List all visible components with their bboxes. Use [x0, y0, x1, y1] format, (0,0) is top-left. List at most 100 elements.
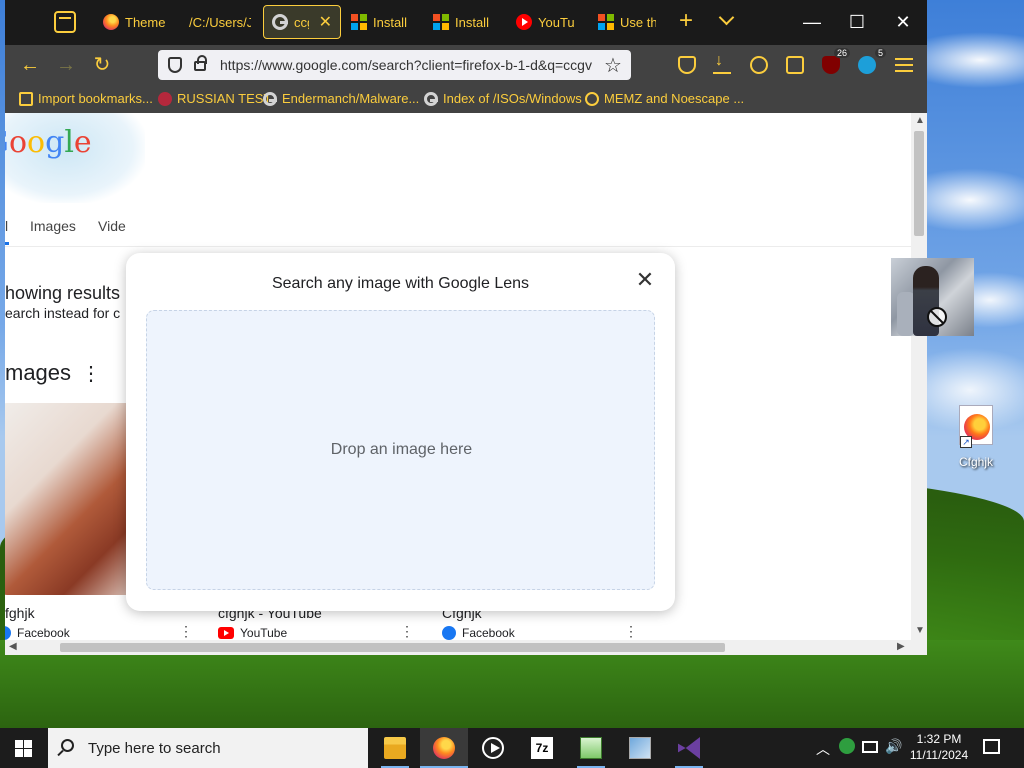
tab-google-search[interactable]: ccgv ✕ — [263, 5, 341, 39]
url-text[interactable]: https://www.google.com/search?client=fir… — [220, 57, 595, 73]
close-window-button[interactable]: ✕ — [891, 10, 915, 34]
windows-start-icon[interactable] — [15, 740, 32, 757]
tab-install-1[interactable]: Install — [343, 5, 421, 39]
system-clock[interactable]: 1:32 PM 11/11/2024 — [900, 731, 978, 763]
hamburger-menu-icon[interactable] — [895, 58, 913, 72]
microsoft-icon — [433, 14, 449, 30]
play-icon — [482, 737, 504, 759]
horizontal-scroll-thumb[interactable] — [60, 643, 725, 652]
google-lens-dialog: Search any image with Google Lens ✕ Drop… — [126, 253, 675, 611]
youtube-icon — [516, 14, 532, 30]
bookmark-label: Endermanch/Malware... — [282, 91, 420, 106]
back-button[interactable]: ← — [18, 53, 42, 77]
globe-icon — [585, 91, 599, 106]
extension-badge: 5 — [874, 48, 886, 58]
bookmark-import[interactable]: Import bookmarks... — [19, 91, 153, 106]
tab-images[interactable]: Images — [30, 218, 76, 234]
taskbar-control-panel[interactable] — [616, 728, 664, 768]
tab-all[interactable]: l — [5, 218, 8, 234]
tab-videos[interactable]: Vide — [98, 218, 126, 234]
tab-label: Install — [455, 14, 489, 30]
tab-label: YouTu — [538, 14, 574, 30]
notepad-icon — [580, 737, 602, 759]
folder-icon — [384, 737, 406, 759]
lock-icon[interactable] — [194, 55, 207, 71]
taskbar-file-explorer[interactable] — [371, 728, 419, 768]
desktop-icon-label: Cfghjk — [958, 455, 993, 469]
youtube-icon — [218, 627, 234, 639]
bookmark-russian-test[interactable]: RUSSIAN TEST — [158, 91, 271, 106]
result-source: Facebook — [442, 626, 646, 640]
notification-center-icon[interactable] — [983, 739, 1000, 754]
maximize-button[interactable]: ☐ — [845, 10, 869, 34]
scroll-right-icon[interactable]: ▶ — [897, 641, 905, 652]
bookmark-star-icon[interactable]: ☆ — [604, 53, 622, 78]
images-heading: mages ⋮ — [5, 360, 102, 385]
bookmark-endermanch[interactable]: Endermanch/Malware... — [263, 91, 419, 106]
google-results-page: Google l Images Vide howing results earc… — [5, 113, 911, 640]
scroll-down-icon[interactable]: ▼ — [915, 625, 925, 636]
tab-theme[interactable]: Theme — [95, 5, 173, 39]
taskbar-7zip[interactable]: 7z — [518, 728, 566, 768]
taskbar-notepad-plus-plus[interactable] — [567, 728, 615, 768]
extensions-icon[interactable] — [786, 56, 804, 74]
images-menu-icon[interactable]: ⋮ — [81, 363, 101, 385]
microsoft-icon — [598, 14, 614, 30]
result-menu-icon[interactable]: ⋮ — [179, 623, 193, 640]
search-instead-link[interactable]: earch instead for c — [5, 305, 120, 321]
downloads-icon[interactable] — [713, 52, 731, 74]
tab-use-the[interactable]: Use th — [590, 5, 664, 39]
tab-youtube[interactable]: YouTu — [508, 5, 582, 39]
tray-app-icon[interactable] — [839, 738, 855, 754]
vertical-scrollbar[interactable]: ▲ ▼ — [911, 113, 927, 640]
result-source: YouTube — [218, 626, 422, 640]
google-icon — [272, 14, 288, 30]
firefox-view-icon[interactable] — [54, 11, 76, 33]
desktop-shortcut-cfghjk[interactable]: ↗ Cfghjk — [950, 405, 1002, 469]
visual-studio-icon — [678, 737, 700, 759]
scroll-up-icon[interactable]: ▲ — [915, 115, 925, 126]
firefox-window: Theme /C:/Users/J ccgv ✕ Install Install… — [5, 0, 927, 655]
google-doodle[interactable]: Google — [5, 113, 145, 203]
new-tab-button[interactable]: + — [679, 9, 693, 33]
scroll-left-icon[interactable]: ◀ — [9, 641, 17, 652]
tracking-protection-icon[interactable] — [168, 57, 182, 73]
result-menu-icon[interactable]: ⋮ — [624, 623, 638, 640]
extension-blue-icon[interactable]: 5 — [858, 48, 886, 74]
tab-install-2[interactable]: Install — [425, 5, 503, 39]
taskbar-search-box[interactable]: Type here to search — [48, 728, 368, 768]
taskbar-visual-studio[interactable] — [665, 728, 713, 768]
forward-button[interactable]: → — [54, 53, 78, 77]
7zip-icon: 7z — [531, 737, 553, 759]
close-icon[interactable]: ✕ — [634, 269, 656, 291]
tab-label: Theme — [125, 14, 165, 30]
account-icon[interactable] — [750, 56, 768, 74]
ublock-badge: 26 — [833, 48, 850, 58]
pocket-icon[interactable] — [678, 56, 696, 74]
facebook-icon — [5, 626, 11, 640]
tab-local-file[interactable]: /C:/Users/J — [181, 5, 259, 39]
bookmark-isos[interactable]: Index of /ISOs/Windows — [424, 91, 582, 106]
horizontal-scrollbar[interactable]: ◀ ▶ — [5, 640, 927, 655]
list-all-tabs-icon[interactable] — [721, 12, 733, 24]
bookmark-label: RUSSIAN TEST — [177, 91, 272, 106]
result-menu-icon[interactable]: ⋮ — [400, 623, 414, 640]
taskbar-search-placeholder[interactable]: Type here to search — [88, 740, 221, 757]
google-logo[interactable]: Google — [5, 125, 92, 160]
shortcut-arrow-icon: ↗ — [960, 436, 972, 448]
bookmark-memz[interactable]: MEMZ and Noescape ... — [585, 91, 744, 106]
image-drop-zone[interactable]: Drop an image here — [146, 310, 655, 590]
network-icon[interactable] — [862, 741, 878, 753]
ublock-origin-icon[interactable]: 26 — [822, 48, 850, 74]
reload-button[interactable]: ↻ — [90, 53, 114, 77]
tab-close-icon[interactable]: ✕ — [319, 12, 332, 32]
url-bar[interactable]: https://www.google.com/search?client=fir… — [158, 50, 631, 80]
minimize-button[interactable]: — — [800, 10, 824, 34]
taskbar-media-player[interactable] — [469, 728, 517, 768]
bookmark-label: Import bookmarks... — [38, 91, 153, 106]
taskbar-firefox[interactable] — [420, 728, 468, 768]
drop-zone-text: Drop an image here — [330, 441, 473, 458]
bookmarks-toolbar: Import bookmarks... RUSSIAN TEST Enderma… — [5, 85, 927, 113]
vertical-scroll-thumb[interactable] — [914, 131, 924, 236]
show-hidden-icons-chevron-icon[interactable]: ︿ — [816, 739, 830, 768]
